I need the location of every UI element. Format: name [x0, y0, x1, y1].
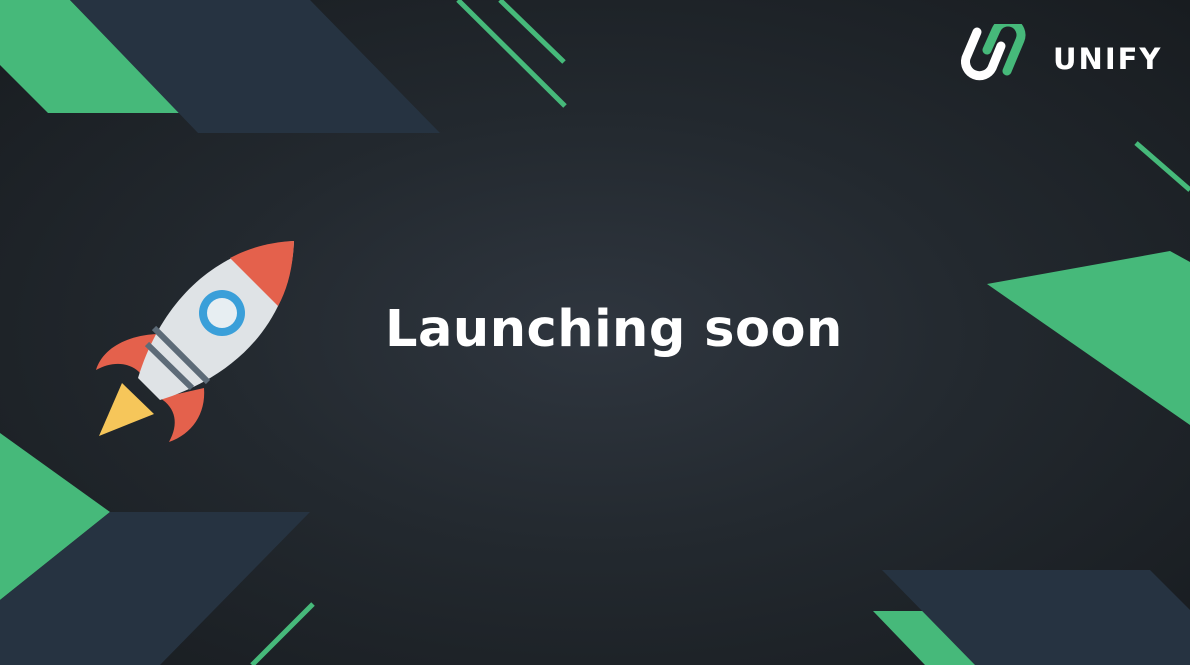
- brand-name: UNIFY: [1053, 42, 1163, 76]
- green-stripe-right: [1134, 141, 1190, 192]
- unify-logo-icon: [961, 24, 1026, 81]
- headline: Launching soon: [385, 300, 843, 359]
- green-stripe-bottom-left: [250, 602, 315, 665]
- rocket-icon: [96, 241, 294, 442]
- green-stripe-top-1: [456, 0, 567, 108]
- brand-logo: UNIFY: [955, 24, 1162, 94]
- green-shape-right: [987, 251, 1190, 425]
